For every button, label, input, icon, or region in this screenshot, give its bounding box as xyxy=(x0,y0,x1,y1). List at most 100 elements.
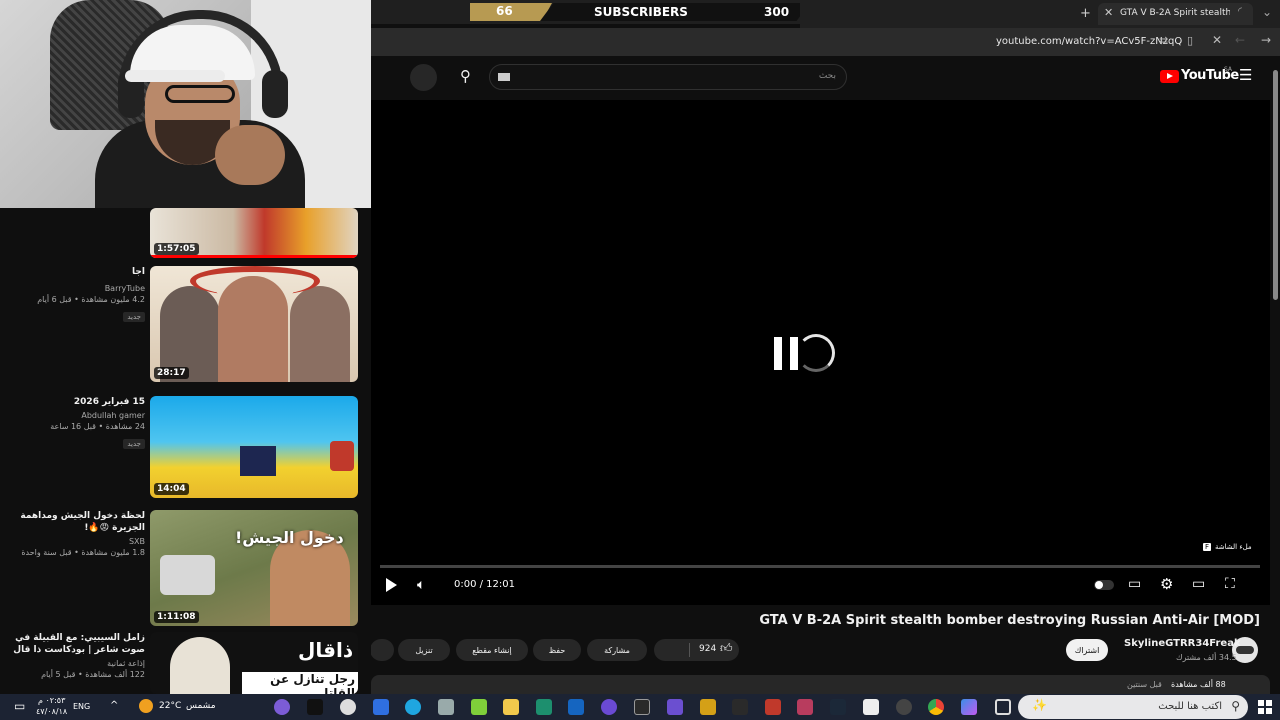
save-button[interactable]: حفظ xyxy=(533,639,581,661)
search-input[interactable]: بحث xyxy=(489,64,847,90)
subscriber-left-count: 66 xyxy=(470,3,552,21)
tray-chevron-icon[interactable]: ^ xyxy=(110,700,118,711)
clip-button[interactable]: إنشاء مقطع xyxy=(456,639,528,661)
weather-sun-icon[interactable] xyxy=(139,699,153,713)
youtube-logo-icon[interactable] xyxy=(1160,70,1179,83)
language-indicator[interactable]: ENG xyxy=(73,702,90,711)
forward-icon[interactable]: ← xyxy=(1235,33,1245,47)
download-button[interactable]: تنزيل xyxy=(398,639,450,661)
subscriber-right-count: 300 xyxy=(764,5,790,19)
subscriber-label: SUBSCRIBERS xyxy=(594,5,688,19)
close-tab-icon[interactable]: ✕ xyxy=(1104,6,1113,19)
video-player[interactable]: F ملء الشاشة xyxy=(371,100,1270,605)
browser-tab[interactable]: ✕ GTA V B-2A Spirit stealth bomb ◜ xyxy=(1098,3,1253,25)
duration-badge: 28:17 xyxy=(154,367,189,379)
like-dislike-group: 924 👍︎ xyxy=(654,639,739,661)
epic-games-icon[interactable] xyxy=(732,699,748,715)
app-icon[interactable] xyxy=(274,699,290,715)
settings-icon[interactable]: ⚙ xyxy=(1160,575,1173,593)
search-icon[interactable]: ⚲ xyxy=(460,67,471,85)
app-icon[interactable] xyxy=(438,699,454,715)
rec-title: 15 فبراير 2026 xyxy=(73,397,145,407)
rec-title: زامل السيبيي: مع القبيلة في صوت شاعر | ب… xyxy=(13,633,145,655)
clock-time[interactable]: ٠٢:٥٣ م xyxy=(38,696,65,705)
more-button[interactable] xyxy=(370,639,394,661)
video-thumbnail[interactable]: دخول الجيش! 1:11:08 xyxy=(150,510,358,626)
new-badge: جديد xyxy=(123,439,145,449)
stop-icon[interactable]: ✕ xyxy=(1212,33,1222,47)
channel-name[interactable]: SkylineGTRR34Freak xyxy=(1124,638,1241,649)
taskbar-search-input[interactable]: ✨ اكتب هنا للبحث ⚲ xyxy=(1018,695,1248,719)
steam-icon[interactable] xyxy=(830,699,846,715)
subtitles-icon[interactable]: ▭ xyxy=(1128,576,1141,592)
time-display: 0:00 / 12:01 xyxy=(454,579,516,590)
description-box[interactable]: 88 ألف مشاهدة قبل سنتين xyxy=(371,675,1270,695)
app-icon[interactable] xyxy=(667,699,683,715)
file-explorer-icon[interactable] xyxy=(503,699,519,715)
back-icon[interactable]: → xyxy=(1261,33,1271,47)
start-icon[interactable] xyxy=(1258,700,1272,714)
terminal-icon[interactable] xyxy=(634,699,650,715)
clock-date[interactable]: ٤٧/٠٨/١٨ xyxy=(36,707,67,716)
app-icon[interactable] xyxy=(797,699,813,715)
like-button-icon[interactable]: 👍︎ xyxy=(720,641,733,656)
theater-icon[interactable]: ▭ xyxy=(1192,576,1205,592)
notification-icon[interactable]: ▭ xyxy=(14,699,25,713)
share-button[interactable]: مشاركة xyxy=(587,639,647,661)
rec-title: لحظة دخول الجيش ومداهمة الجزيرة 😡🔥! xyxy=(20,511,145,533)
rec-title: اجا xyxy=(132,267,145,277)
app-icon[interactable] xyxy=(765,699,781,715)
app-icon[interactable] xyxy=(601,699,617,715)
new-tab-icon[interactable]: + xyxy=(1080,6,1091,21)
subscriber-count: 34.5 ألف مشترك xyxy=(1176,653,1237,662)
rec-channel: BarryTube xyxy=(104,284,145,293)
copilot-icon[interactable] xyxy=(961,699,977,715)
menu-icon[interactable]: ☰ xyxy=(1239,66,1252,84)
weather-label[interactable]: مشمس xyxy=(186,701,216,711)
thumbnail-text: ذاقال xyxy=(298,638,354,662)
video-thumbnail[interactable]: 1:57:05 xyxy=(150,208,358,258)
weather-temp[interactable]: 22°C xyxy=(159,701,181,711)
app-icon[interactable] xyxy=(863,699,879,715)
fullscreen-hint: F ملء الشاشة xyxy=(1199,542,1256,552)
pause-icon xyxy=(774,337,782,370)
app-icon[interactable] xyxy=(340,699,356,715)
rec-stats: 4.2 مليون مشاهدة • قبل 6 أيام xyxy=(37,295,145,304)
play-icon[interactable] xyxy=(386,578,397,592)
autoplay-toggle[interactable] xyxy=(1094,580,1114,590)
keyboard-icon[interactable] xyxy=(498,73,510,81)
search-placeholder: بحث xyxy=(818,71,836,81)
fullscreen-icon[interactable]: ⛶ xyxy=(1225,576,1235,592)
chevron-down-icon[interactable]: ⌄ xyxy=(1262,5,1272,19)
video-thumbnail[interactable]: 28:17 xyxy=(150,266,358,382)
progress-bar[interactable] xyxy=(380,565,1260,568)
video-thumbnail[interactable]: ذاقال رجل تنازل عن القاتل xyxy=(150,632,358,694)
subscribe-button[interactable]: اشتراك xyxy=(1066,639,1108,661)
chrome-icon[interactable] xyxy=(928,699,944,715)
page-scrollbar[interactable] xyxy=(1271,56,1280,694)
app-icon[interactable] xyxy=(536,699,552,715)
tiktok-icon[interactable] xyxy=(307,699,323,715)
app-icon[interactable] xyxy=(896,699,912,715)
outlook-icon[interactable] xyxy=(568,699,584,715)
app-icon[interactable] xyxy=(471,699,487,715)
duration-badge: 1:11:08 xyxy=(154,611,199,623)
translate-icon[interactable]: ⇄ xyxy=(1159,34,1168,47)
task-view-icon[interactable] xyxy=(995,699,1011,715)
video-thumbnail[interactable]: 14:04 xyxy=(150,396,358,498)
edge-icon[interactable] xyxy=(405,699,421,715)
app-icon[interactable] xyxy=(373,699,389,715)
upload-age: قبل سنتين xyxy=(1127,680,1162,689)
rockstar-icon[interactable] xyxy=(700,699,716,715)
rec-channel: Abdullah gamer xyxy=(81,411,145,420)
view-count: 88 ألف مشاهدة xyxy=(1171,680,1226,689)
sparkle-icon: ✨ xyxy=(1032,698,1047,712)
subscriber-label-bar: SUBSCRIBERS 300 xyxy=(540,3,810,21)
volume-icon[interactable]: 🔈︎ xyxy=(417,577,425,593)
avatar[interactable] xyxy=(410,64,437,91)
reader-icon[interactable]: ▯ xyxy=(1187,34,1193,47)
new-badge: جديد xyxy=(123,312,145,322)
url-field[interactable]: youtube.com/watch?v=ACv5F-zNzqQ xyxy=(996,36,1182,47)
rec-stats: 1.8 مليون مشاهدة • قبل سنة واحدة xyxy=(21,548,145,557)
webcam-overlay xyxy=(0,0,371,208)
